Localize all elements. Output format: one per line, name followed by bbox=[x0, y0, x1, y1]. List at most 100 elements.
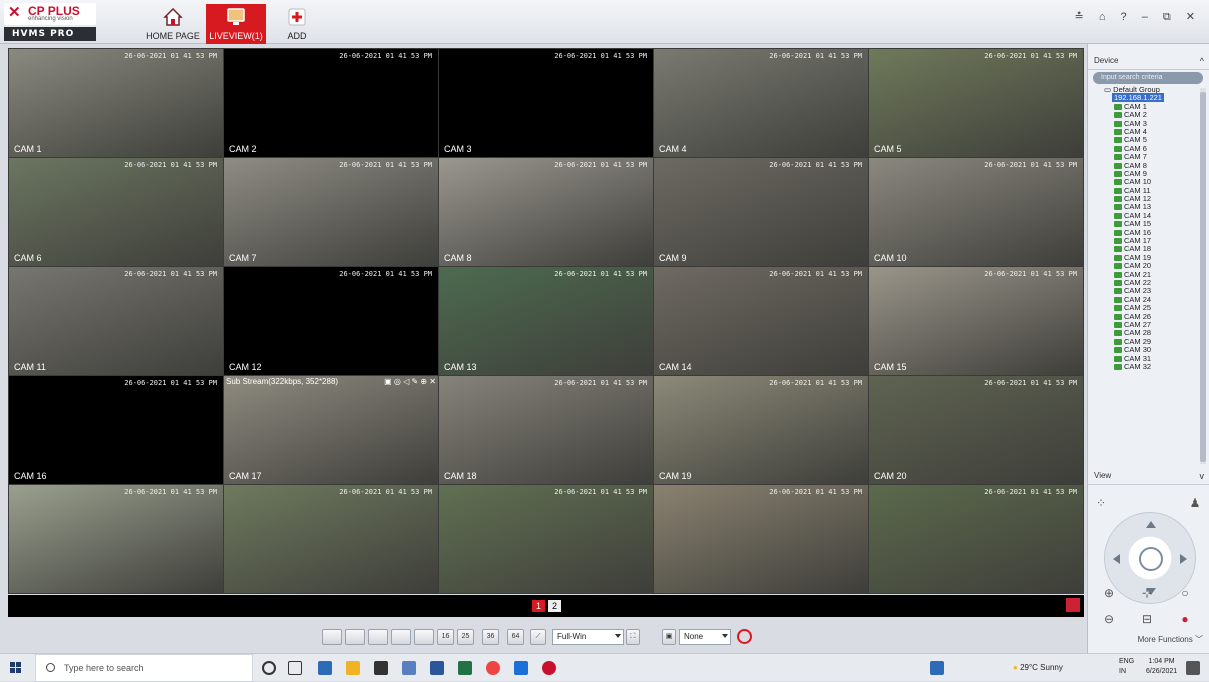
system-clock[interactable]: 1:04 PM 6/26/2021 bbox=[1146, 657, 1177, 677]
task-view-icon[interactable] bbox=[288, 661, 302, 675]
tab-add-label: ADD bbox=[287, 31, 307, 41]
camera-tile[interactable]: 26-06-2021 01 41 53 PM CAM 20 bbox=[869, 376, 1083, 484]
file-explorer-icon[interactable] bbox=[346, 661, 360, 675]
camera-tile[interactable]: 26-06-2021 01 41 53 PM CAM 3 bbox=[439, 49, 653, 157]
page-2-button[interactable]: 2 bbox=[548, 600, 561, 612]
more-functions-button[interactable]: More Functions ﹀ bbox=[1138, 634, 1203, 645]
windows-start-icon[interactable] bbox=[10, 662, 22, 674]
hvms-icon[interactable] bbox=[542, 661, 556, 675]
device-search-input[interactable]: Input search criteria bbox=[1093, 72, 1203, 84]
tab-liveview[interactable]: LIVEVIEW(1) bbox=[206, 4, 266, 44]
camera-tile[interactable]: 26-06-2021 01 41 53 PM CAM 18 bbox=[439, 376, 653, 484]
layout-16-button[interactable]: 16 bbox=[437, 629, 454, 645]
language-indicator[interactable]: ENG IN bbox=[1119, 657, 1134, 677]
layout-9-button[interactable] bbox=[414, 629, 434, 645]
camera-icon bbox=[1114, 338, 1122, 345]
tile-camera-label: CAM 18 bbox=[444, 471, 477, 481]
device-header[interactable]: Device ^ bbox=[1088, 52, 1209, 70]
camera-tile[interactable]: 26-06-2021 01 41 53 PM CAM 7 bbox=[224, 158, 438, 266]
camera-tile[interactable]: 26-06-2021 01 41 53 PM CAM 9 bbox=[654, 158, 868, 266]
camera-tile[interactable]: 26-06-2021 01 41 53 PM CAM 5 bbox=[869, 49, 1083, 157]
camera-tile[interactable]: 26-06-2021 01 41 53 PM CAM 16 bbox=[9, 376, 223, 484]
layout-36-button[interactable]: 36 bbox=[482, 629, 499, 645]
page-1-button[interactable]: 1 bbox=[532, 600, 545, 612]
tile-camera-label: CAM 17 bbox=[229, 471, 262, 481]
layout-6-button[interactable] bbox=[368, 629, 388, 645]
tile-camera-label: CAM 2 bbox=[229, 144, 257, 154]
chrome-icon[interactable] bbox=[486, 661, 500, 675]
plus-icon bbox=[288, 8, 306, 26]
ptz-grid-icon[interactable]: ⁘ bbox=[1094, 496, 1108, 510]
app-l-icon[interactable] bbox=[318, 661, 332, 675]
camera-tile[interactable]: 26-06-2021 01 41 53 PM bbox=[439, 485, 653, 593]
window-controls[interactable]: ≛ ⌂ ? – ⧉ ✕ bbox=[1075, 10, 1201, 24]
title-bar: ✕ CP PLUS enhancing vision HVMS PRO HOME… bbox=[0, 0, 1209, 44]
camera-tile[interactable]: Sub Stream(322kbps, 352*288) ▣ ◎ ◁ ✎ ⊕ ✕ C… bbox=[224, 376, 438, 484]
display-mode-select[interactable]: Full-Win bbox=[552, 629, 624, 645]
custom-layout-icon[interactable]: ⟋ bbox=[530, 629, 546, 645]
camera-tile[interactable]: 26-06-2021 01 41 53 PM CAM 14 bbox=[654, 267, 868, 375]
save-view-icon[interactable]: ▣ bbox=[662, 629, 676, 645]
app-icon[interactable] bbox=[402, 661, 416, 675]
camera-tile[interactable]: 26-06-2021 01 41 53 PM CAM 15 bbox=[869, 267, 1083, 375]
scroll-thumb[interactable] bbox=[1200, 92, 1206, 462]
camera-tile[interactable]: 26-06-2021 01 41 53 PM CAM 12 bbox=[224, 267, 438, 375]
device-tree-scrollbar[interactable] bbox=[1200, 88, 1206, 464]
camera-icon bbox=[1114, 120, 1122, 127]
camera-tile[interactable]: 26-06-2021 01 41 53 PM CAM 4 bbox=[654, 49, 868, 157]
notification-icon[interactable] bbox=[1186, 661, 1200, 675]
camera-tile[interactable]: 26-06-2021 01 41 53 PM bbox=[869, 485, 1083, 593]
tree-camera-item[interactable]: CAM 32 bbox=[1094, 362, 1198, 371]
ptz-person-icon[interactable]: ♟ bbox=[1188, 496, 1202, 510]
stream-value: None bbox=[684, 632, 704, 641]
tile-timestamp: 26-06-2021 01 41 53 PM bbox=[554, 488, 647, 496]
camera-tile[interactable]: 26-06-2021 01 41 53 PM CAM 13 bbox=[439, 267, 653, 375]
camera-tile[interactable]: 26-06-2021 01 41 53 PM bbox=[654, 485, 868, 593]
camera-tile[interactable]: 26-06-2021 01 41 53 PM CAM 1 bbox=[9, 49, 223, 157]
ptz-up-icon[interactable] bbox=[1146, 521, 1156, 528]
camera-tile[interactable]: 26-06-2021 01 41 53 PM bbox=[9, 485, 223, 593]
focus-far-icon[interactable]: ⊟ bbox=[1140, 612, 1154, 626]
word-icon[interactable] bbox=[430, 661, 444, 675]
chevron-down-icon: v bbox=[1199, 471, 1205, 481]
product-name: HVMS PRO bbox=[4, 27, 96, 41]
tile-timestamp: 26-06-2021 01 41 53 PM bbox=[769, 52, 862, 60]
zoom-out-icon[interactable]: ⊖ bbox=[1102, 612, 1116, 626]
excel-icon[interactable] bbox=[458, 661, 472, 675]
weather-widget[interactable]: ● 29°C Sunny bbox=[1013, 663, 1063, 672]
layout-8-button[interactable] bbox=[391, 629, 411, 645]
camera-tile[interactable]: 26-06-2021 01 41 53 PM bbox=[224, 485, 438, 593]
tray-app-icon[interactable] bbox=[930, 661, 944, 675]
grid-toggle-icon[interactable] bbox=[1066, 598, 1080, 612]
layout-25-button[interactable]: 25 bbox=[457, 629, 474, 645]
ptz-left-icon[interactable] bbox=[1113, 554, 1120, 564]
tab-add[interactable]: ADD bbox=[276, 4, 318, 44]
camera-tile[interactable]: 26-06-2021 01 41 53 PM CAM 11 bbox=[9, 267, 223, 375]
app-blue-icon[interactable] bbox=[514, 661, 528, 675]
tile-timestamp: 26-06-2021 01 41 53 PM bbox=[984, 379, 1077, 387]
tile-toolbar-icons[interactable]: ▣ ◎ ◁ ✎ ⊕ ✕ bbox=[384, 377, 436, 386]
focus-near-icon[interactable]: ⊹ bbox=[1140, 586, 1154, 600]
store-icon[interactable] bbox=[374, 661, 388, 675]
camera-tile[interactable]: 26-06-2021 01 41 53 PM CAM 8 bbox=[439, 158, 653, 266]
fullscreen-icon[interactable]: ⛶ bbox=[626, 629, 640, 645]
tab-home-page[interactable]: HOME PAGE bbox=[143, 4, 203, 44]
stop-all-icon[interactable] bbox=[737, 629, 752, 644]
stream-select[interactable]: None bbox=[679, 629, 731, 645]
taskbar-search-input[interactable]: Type here to search bbox=[35, 654, 253, 682]
camera-icon bbox=[1114, 330, 1122, 337]
camera-tile[interactable]: 26-06-2021 01 41 53 PM CAM 19 bbox=[654, 376, 868, 484]
view-header[interactable]: View v bbox=[1088, 467, 1209, 485]
ptz-right-icon[interactable] bbox=[1180, 554, 1187, 564]
layout-1-button[interactable] bbox=[322, 629, 342, 645]
zoom-in-icon[interactable]: ⊕ bbox=[1102, 586, 1116, 600]
iris-open-icon[interactable]: ○ bbox=[1178, 586, 1192, 600]
camera-tile[interactable]: 26-06-2021 01 41 53 PM CAM 6 bbox=[9, 158, 223, 266]
camera-tile[interactable]: 26-06-2021 01 41 53 PM CAM 10 bbox=[869, 158, 1083, 266]
cortana-icon[interactable] bbox=[262, 661, 276, 675]
ptz-center-icon[interactable] bbox=[1139, 547, 1163, 571]
iris-close-icon[interactable]: ● bbox=[1178, 612, 1192, 626]
layout-64-button[interactable]: 64 bbox=[507, 629, 524, 645]
camera-tile[interactable]: 26-06-2021 01 41 53 PM CAM 2 bbox=[224, 49, 438, 157]
layout-4-button[interactable] bbox=[345, 629, 365, 645]
